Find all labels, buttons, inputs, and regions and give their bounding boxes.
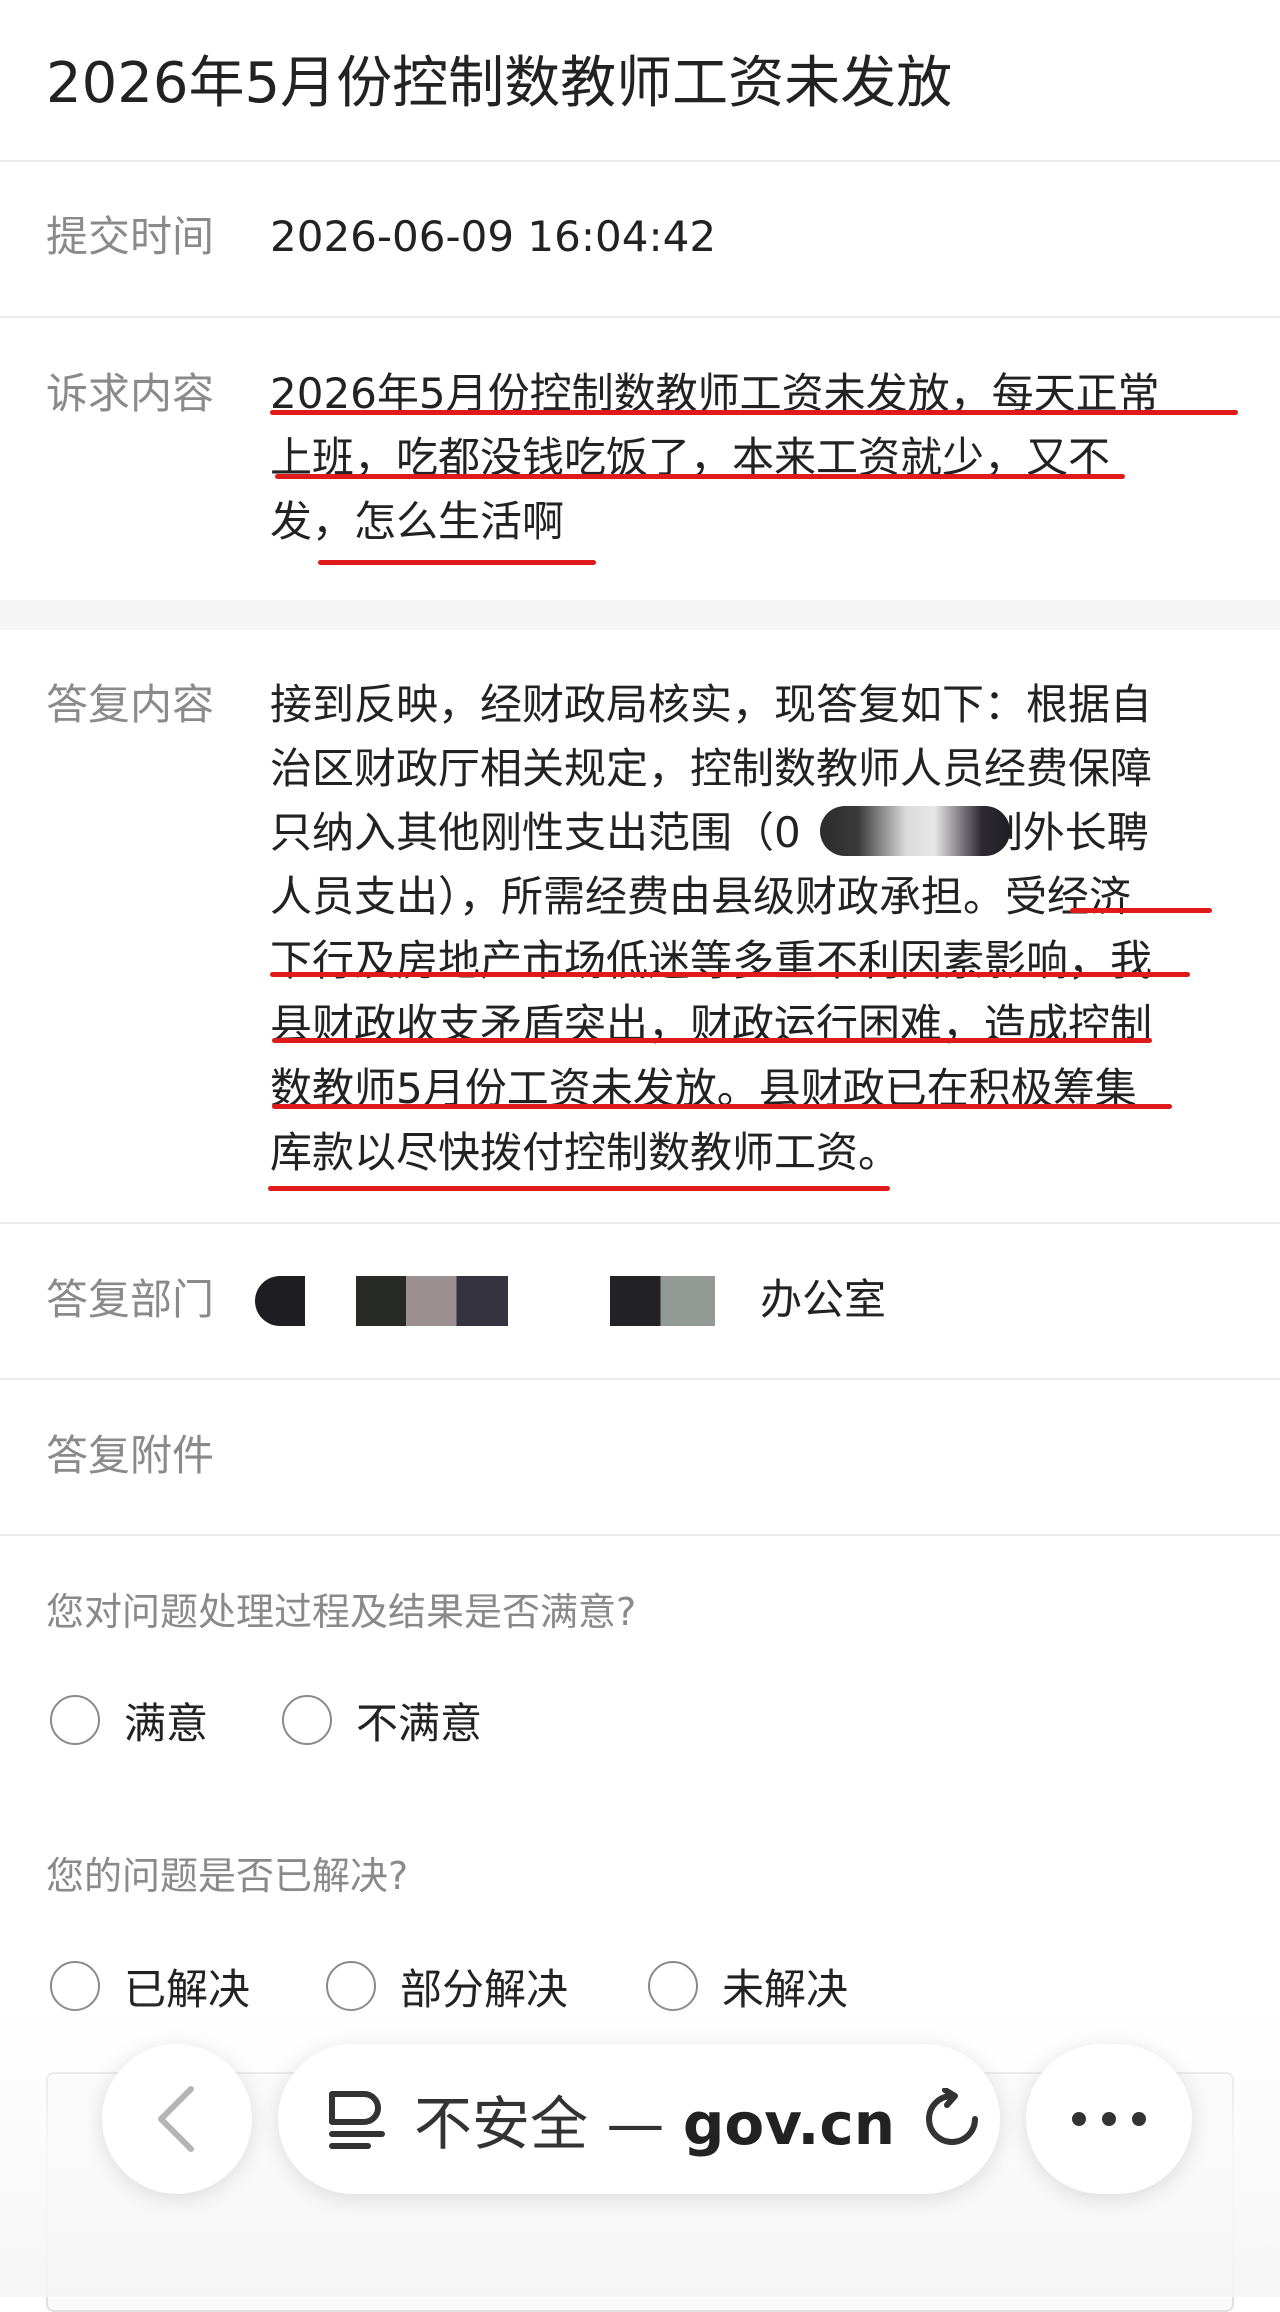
reply-line: 下行及房地产市场低迷等多重不利因素影响，我 [270,936,1153,985]
more-button[interactable] [1026,2044,1192,2194]
radio-unsatisfied[interactable]: 不满意 [282,1688,482,1752]
back-button[interactable] [102,2044,252,2194]
redacted-text [820,806,1010,856]
reply-line: 治区财政厅相关规定，控制数教师人员经费保障 [270,744,1153,793]
security-warning: 不安全 — [414,2090,665,2158]
red-underline [268,1186,890,1191]
red-underline [318,560,596,565]
redacted-text [356,1276,508,1326]
appeal-line: 发，怎么生活啊 [270,497,565,546]
reply-line: 人员支出），所需经费由县级财政承担。受经济 [270,872,1132,921]
reply-label: 答复内容 [46,680,215,729]
reply-line: 数教师5月份工资未发放。县财政已在积极筹集 [270,1064,1137,1113]
divider [0,1222,1280,1224]
reload-icon[interactable] [921,2088,983,2150]
redacted-text [255,1276,305,1326]
department-suffix: 办公室 [760,1275,887,1324]
radio-label: 满意 [124,1698,209,1748]
reply-line: 只纳入其他刚性支出范围（0 制外长聘 [270,801,1230,865]
section-gap [0,600,1280,630]
resolved-question: 您的问题是否已解决? [46,1854,409,1898]
url-domain: gov.cn [682,2090,896,2158]
url-text[interactable]: 不安全 — gov.cn [414,2077,895,2161]
reply-line: 接到反映，经财政局核实，现答复如下：根据自 [270,680,1153,729]
address-bar[interactable]: 不安全 — gov.cn [278,2044,1000,2194]
submit-time-value: 2026-06-09 16:04:42 [270,212,717,261]
radio-circle[interactable] [282,1695,332,1745]
submit-time-label: 提交时间 [46,212,215,261]
red-underline [275,474,1125,479]
appeal-content: 2026年5月份控制数教师工资未发放，每天正常 上班，吃都没钱吃饭了，本来工资就… [270,362,1230,554]
radio-satisfied[interactable]: 满意 [50,1688,208,1752]
radio-label: 不满意 [356,1698,483,1748]
appeal-line: 2026年5月份控制数教师工资未发放，每天正常 [270,369,1160,418]
radio-circle[interactable] [50,1695,100,1745]
divider [0,316,1280,318]
red-underline [272,1104,1172,1109]
appeal-line: 上班，吃都没钱吃饭了，本来工资就少，又不 [270,433,1111,482]
reply-line: 库款以尽快拨付控制数教师工资。 [270,1128,901,1177]
red-underline [270,972,1190,977]
appeal-label: 诉求内容 [46,369,215,418]
divider [0,160,1280,162]
red-underline [1070,908,1212,913]
divider [0,1534,1280,1536]
attachment-label: 答复附件 [46,1431,215,1480]
chevron-left-icon [158,2086,194,2152]
red-underline [272,1038,1152,1043]
red-underline [270,410,1238,415]
redacted-text [610,1276,715,1326]
page-title: 2026年5月份控制数教师工资未发放 [46,51,953,116]
reply-line-start: 只纳入其他刚性支出范围（0 [270,808,801,857]
department-label: 答复部门 [46,1275,215,1324]
divider [0,1378,1280,1380]
satisfaction-question: 您对问题处理过程及结果是否满意? [46,1590,637,1634]
more-dots-icon [1072,2112,1146,2126]
reply-line: 县财政收支矛盾突出，财政运行困难，造成控制 [270,1000,1153,1049]
reader-mode-icon[interactable] [324,2086,390,2152]
